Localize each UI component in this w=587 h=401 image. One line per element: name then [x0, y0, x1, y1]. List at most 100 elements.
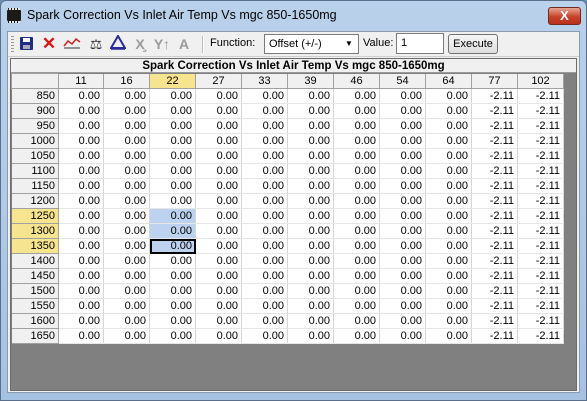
table-cell[interactable]: 0.00: [425, 238, 472, 254]
table-cell[interactable]: -2.11: [517, 238, 564, 254]
table-cell[interactable]: 0.00: [103, 208, 150, 224]
table-cell[interactable]: 0.00: [287, 118, 334, 134]
table-cell[interactable]: 0.00: [241, 268, 288, 284]
row-header[interactable]: 1600: [11, 313, 59, 329]
table-cell[interactable]: -2.11: [517, 193, 564, 209]
table-cell[interactable]: 0.00: [103, 88, 150, 104]
chevron-down-icon[interactable]: ▼: [342, 37, 356, 51]
table-cell[interactable]: 0.00: [149, 313, 196, 329]
table-cell[interactable]: 0.00: [149, 118, 196, 134]
table-cell[interactable]: 0.00: [379, 208, 426, 224]
column-header[interactable]: 46: [333, 73, 380, 89]
table-cell[interactable]: 0.00: [195, 103, 242, 119]
table-cell[interactable]: -2.11: [471, 163, 518, 179]
table-cell[interactable]: 0.00: [58, 88, 104, 104]
table-cell[interactable]: 0.00: [103, 163, 150, 179]
table-cell[interactable]: 0.00: [333, 133, 380, 149]
column-header[interactable]: 22: [149, 73, 196, 89]
letter-a-icon[interactable]: A: [174, 35, 194, 53]
row-header[interactable]: 1350: [11, 238, 59, 254]
column-header[interactable]: 54: [379, 73, 426, 89]
table-cell[interactable]: 0.00: [103, 268, 150, 284]
column-header[interactable]: 27: [195, 73, 242, 89]
table-cell[interactable]: 0.00: [149, 88, 196, 104]
function-select[interactable]: Offset (+/-) ▼: [264, 34, 359, 54]
table-cell[interactable]: 0.00: [58, 238, 104, 254]
table-cell[interactable]: 0.00: [333, 148, 380, 164]
table-cell[interactable]: 0.00: [195, 253, 242, 269]
table-cell[interactable]: 0.00: [379, 163, 426, 179]
table-cell[interactable]: 0.00: [241, 208, 288, 224]
table-cell[interactable]: 0.00: [195, 88, 242, 104]
table-cell[interactable]: 0.00: [333, 193, 380, 209]
table-cell[interactable]: 0.00: [149, 328, 196, 344]
table-cell[interactable]: 0.00: [195, 208, 242, 224]
table-cell[interactable]: 0.00: [58, 148, 104, 164]
table-cell[interactable]: 0.00: [195, 238, 242, 254]
table-cell[interactable]: 0.00: [58, 268, 104, 284]
table-cell[interactable]: 0.00: [195, 313, 242, 329]
table-cell[interactable]: 0.00: [103, 103, 150, 119]
table-cell[interactable]: 0.00: [287, 328, 334, 344]
table-cell[interactable]: 0.00: [103, 178, 150, 194]
table-cell[interactable]: 0.00: [103, 133, 150, 149]
table-cell[interactable]: 0.00: [425, 133, 472, 149]
close-button[interactable]: X: [548, 7, 581, 25]
table-cell[interactable]: 0.00: [379, 193, 426, 209]
table-cell[interactable]: 0.00: [425, 103, 472, 119]
row-header[interactable]: 1400: [11, 253, 59, 269]
column-header[interactable]: 39: [287, 73, 334, 89]
table-cell[interactable]: -2.11: [471, 313, 518, 329]
table-cell[interactable]: -2.11: [517, 268, 564, 284]
graph-icon[interactable]: [62, 35, 82, 53]
table-cell[interactable]: 0.00: [241, 328, 288, 344]
table-cell[interactable]: -2.11: [471, 238, 518, 254]
table-cell[interactable]: 0.00: [103, 148, 150, 164]
table-cell[interactable]: 0.00: [241, 118, 288, 134]
table-cell[interactable]: 0.00: [241, 163, 288, 179]
row-header[interactable]: 1550: [11, 298, 59, 314]
table-cell[interactable]: 0.00: [149, 193, 196, 209]
table-cell[interactable]: 0.00: [58, 178, 104, 194]
column-header[interactable]: 102: [517, 73, 564, 89]
table-cell[interactable]: -2.11: [517, 133, 564, 149]
table-cell[interactable]: 0.00: [287, 148, 334, 164]
table-cell[interactable]: -2.11: [517, 88, 564, 104]
table-cell[interactable]: 0.00: [287, 193, 334, 209]
table-cell[interactable]: 0.00: [425, 223, 472, 239]
table-cell[interactable]: -2.11: [517, 208, 564, 224]
table-cell[interactable]: 0.00: [103, 328, 150, 344]
table-cell[interactable]: 0.00: [58, 298, 104, 314]
table-cell[interactable]: 0.00: [149, 103, 196, 119]
row-header[interactable]: 1300: [11, 223, 59, 239]
table-cell[interactable]: -2.11: [471, 328, 518, 344]
table-cell[interactable]: 0.00: [287, 238, 334, 254]
table-cell[interactable]: 0.00: [425, 298, 472, 314]
table-cell[interactable]: 0.00: [287, 163, 334, 179]
table-cell[interactable]: 0.00: [287, 223, 334, 239]
table-cell[interactable]: 0.00: [241, 253, 288, 269]
table-cell[interactable]: 0.00: [287, 103, 334, 119]
table-cell[interactable]: -2.11: [471, 208, 518, 224]
toolbar-grip-icon[interactable]: [11, 36, 14, 53]
table-cell[interactable]: 0.00: [58, 103, 104, 119]
table-cell[interactable]: 0.00: [425, 178, 472, 194]
table-cell[interactable]: 0.00: [241, 298, 288, 314]
table-cell[interactable]: 0.00: [149, 238, 196, 254]
table-cell[interactable]: 0.00: [149, 178, 196, 194]
table-cell[interactable]: -2.11: [517, 328, 564, 344]
execute-button[interactable]: Execute: [448, 34, 498, 54]
table-cell[interactable]: 0.00: [103, 253, 150, 269]
column-header[interactable]: 33: [241, 73, 288, 89]
table-cell[interactable]: 0.00: [103, 118, 150, 134]
table-cell[interactable]: 0.00: [195, 178, 242, 194]
table-cell[interactable]: -2.11: [517, 283, 564, 299]
table-cell[interactable]: -2.11: [517, 313, 564, 329]
row-header[interactable]: 1050: [11, 148, 59, 164]
column-header[interactable]: 77: [471, 73, 518, 89]
table-cell[interactable]: 0.00: [103, 223, 150, 239]
table-cell[interactable]: 0.00: [241, 178, 288, 194]
table-cell[interactable]: 0.00: [195, 148, 242, 164]
row-header[interactable]: 1250: [11, 208, 59, 224]
delete-icon[interactable]: ✕: [39, 35, 59, 53]
